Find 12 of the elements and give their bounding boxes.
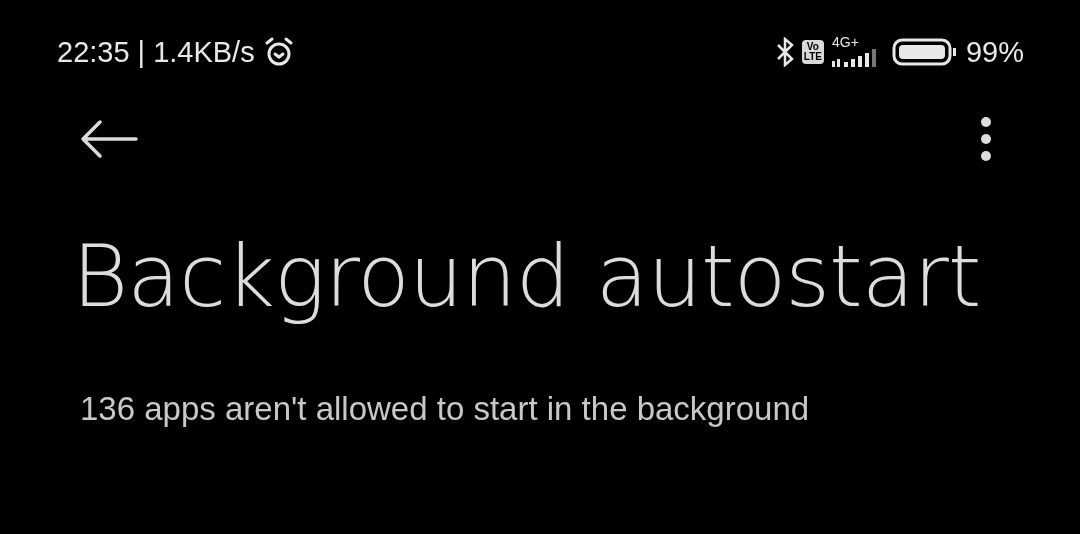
volte-badge: Vo LTE — [801, 40, 824, 64]
more-options-icon[interactable] — [980, 116, 992, 162]
page-title: Background autostart — [72, 226, 982, 326]
battery-icon — [891, 37, 958, 67]
clock-time: 22:35 — [57, 35, 130, 69]
separator: | — [137, 35, 146, 69]
summary-text: 136 apps aren't allowed to start in the background — [80, 390, 811, 428]
network-speed: 1.4KB/s — [153, 35, 255, 69]
network-type: 4G+ — [831, 35, 859, 49]
bluetooth-icon — [775, 37, 794, 67]
back-arrow-icon[interactable] — [80, 119, 138, 159]
battery-percent: 99% — [965, 35, 1024, 69]
